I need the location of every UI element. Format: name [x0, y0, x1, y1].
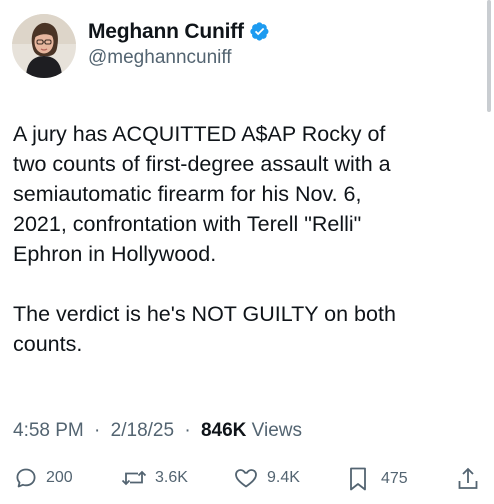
views-label: Views — [251, 420, 302, 441]
repost-icon — [121, 466, 147, 490]
like-count: 9.4K — [267, 469, 300, 486]
share-button[interactable] — [456, 466, 480, 492]
verified-badge-icon[interactable] — [249, 21, 270, 42]
action-bar: 200 3.6K 9.4K 475 — [0, 466, 494, 496]
meta-separator: · — [94, 420, 101, 441]
name-row: Meghann Cuniff — [88, 18, 270, 46]
reply-button[interactable]: 200 — [14, 466, 73, 490]
avatar[interactable] — [12, 14, 76, 78]
tweet-header: Meghann Cuniff @meghanncuniff — [12, 14, 270, 78]
bookmark-icon — [347, 466, 369, 492]
reply-count: 200 — [46, 469, 73, 486]
bookmark-count: 475 — [381, 470, 408, 487]
tweet-meta: 4:58 PM · 2/18/25 · 846K Views — [13, 420, 302, 442]
tweet-time[interactable]: 4:58 PM — [13, 420, 84, 441]
repost-count: 3.6K — [155, 469, 188, 486]
meta-separator: · — [184, 420, 191, 441]
heart-icon — [233, 466, 259, 490]
share-icon — [456, 466, 480, 492]
views-count: 846K — [200, 420, 247, 441]
bookmark-button[interactable]: 475 — [347, 466, 408, 492]
author-names: Meghann Cuniff @meghanncuniff — [88, 18, 270, 69]
like-button[interactable]: 9.4K — [233, 466, 300, 490]
author-handle[interactable]: @meghanncuniff — [88, 47, 270, 69]
scrollbar[interactable] — [487, 0, 491, 112]
repost-button[interactable]: 3.6K — [121, 466, 188, 490]
tweet-date[interactable]: 2/18/25 — [111, 420, 174, 441]
display-name[interactable]: Meghann Cuniff — [88, 20, 244, 44]
tweet-text: A jury has ACQUITTED A$AP Rocky of two c… — [13, 122, 396, 356]
reply-icon — [14, 466, 38, 490]
